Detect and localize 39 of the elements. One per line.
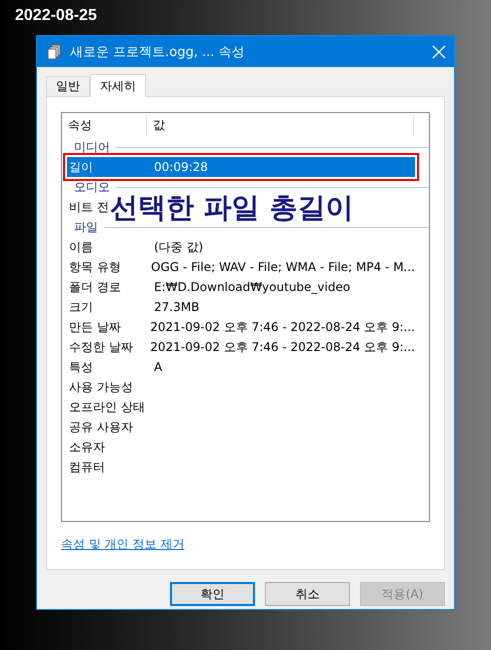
property-row[interactable]: 항목 유형 OGG - File; WAV - File; WMA - File; MP4 - M... — [67, 257, 415, 277]
property-row[interactable]: 길이 00:09:28 — [63, 153, 419, 181]
annotation-text: 선택한 파일 총길이 — [110, 190, 354, 226]
property-value: 2021-09-02 오후 7:46 - 2022-08-24 오후 9:... — [149, 338, 415, 356]
property-name: 크기 — [68, 298, 94, 316]
property-name: 수정한 날짜 — [68, 338, 134, 356]
property-value: A — [153, 360, 162, 374]
group-header: 파일 — [74, 218, 98, 236]
property-row[interactable]: 만든 날짜 2021-09-02 오후 7:46 - 2022-08-24 오후 9:... — [67, 317, 415, 337]
property-name: 폴더 경로 — [68, 278, 122, 296]
column-header[interactable]: 속성 — [62, 114, 147, 136]
property-row[interactable]: 크기 27.3MB — [67, 297, 415, 317]
property-value: 2021-09-02 오후 7:46 - 2022-08-24 오후 9:... — [149, 318, 415, 336]
tab[interactable]: 일반 — [46, 76, 90, 96]
property-name: 특성 — [68, 358, 94, 376]
group-header: 오디오 — [74, 178, 110, 196]
property-name: 길이 — [68, 158, 94, 176]
close-icon[interactable] — [432, 44, 446, 58]
window-title: 새로운 프로젝트.ogg, ... 속성 — [70, 44, 246, 60]
property-name: 이름 — [68, 238, 94, 256]
column-header[interactable]: 값 — [147, 114, 414, 136]
date-label: 2022-08-25 — [15, 7, 97, 25]
documents-icon — [46, 44, 62, 60]
property-name: 만든 날짜 — [68, 318, 122, 336]
dialog-button[interactable]: 취소 — [265, 582, 350, 606]
tab[interactable]: 자세히 — [90, 74, 146, 97]
dialog-button[interactable]: 확인 — [170, 582, 255, 606]
property-row[interactable]: 이름 (다중 값) — [67, 237, 415, 257]
group-header: 미디어 — [74, 138, 110, 156]
property-value: (다중 값) — [153, 238, 204, 256]
property-row[interactable]: 폴더 경로 E:₩D.Download₩youtube_video — [67, 277, 415, 297]
property-value: E:₩D.Download₩youtube_video — [153, 280, 350, 294]
property-row[interactable]: 수정한 날짜 2021-09-02 오후 7:46 - 2022-08-24 오후 9:... — [67, 337, 415, 357]
property-value: OGG - File; WAV - File; WMA - File; MP4 - M... — [150, 260, 415, 274]
property-value: 27.3MB — [153, 300, 200, 314]
property-value: 00:09:28 — [153, 160, 208, 174]
remove-properties-link[interactable]: 속성 및 개인 정보 제거 — [61, 536, 184, 553]
property-name: 항목 유형 — [68, 258, 122, 276]
property-row[interactable]: 특성 A — [67, 357, 415, 377]
